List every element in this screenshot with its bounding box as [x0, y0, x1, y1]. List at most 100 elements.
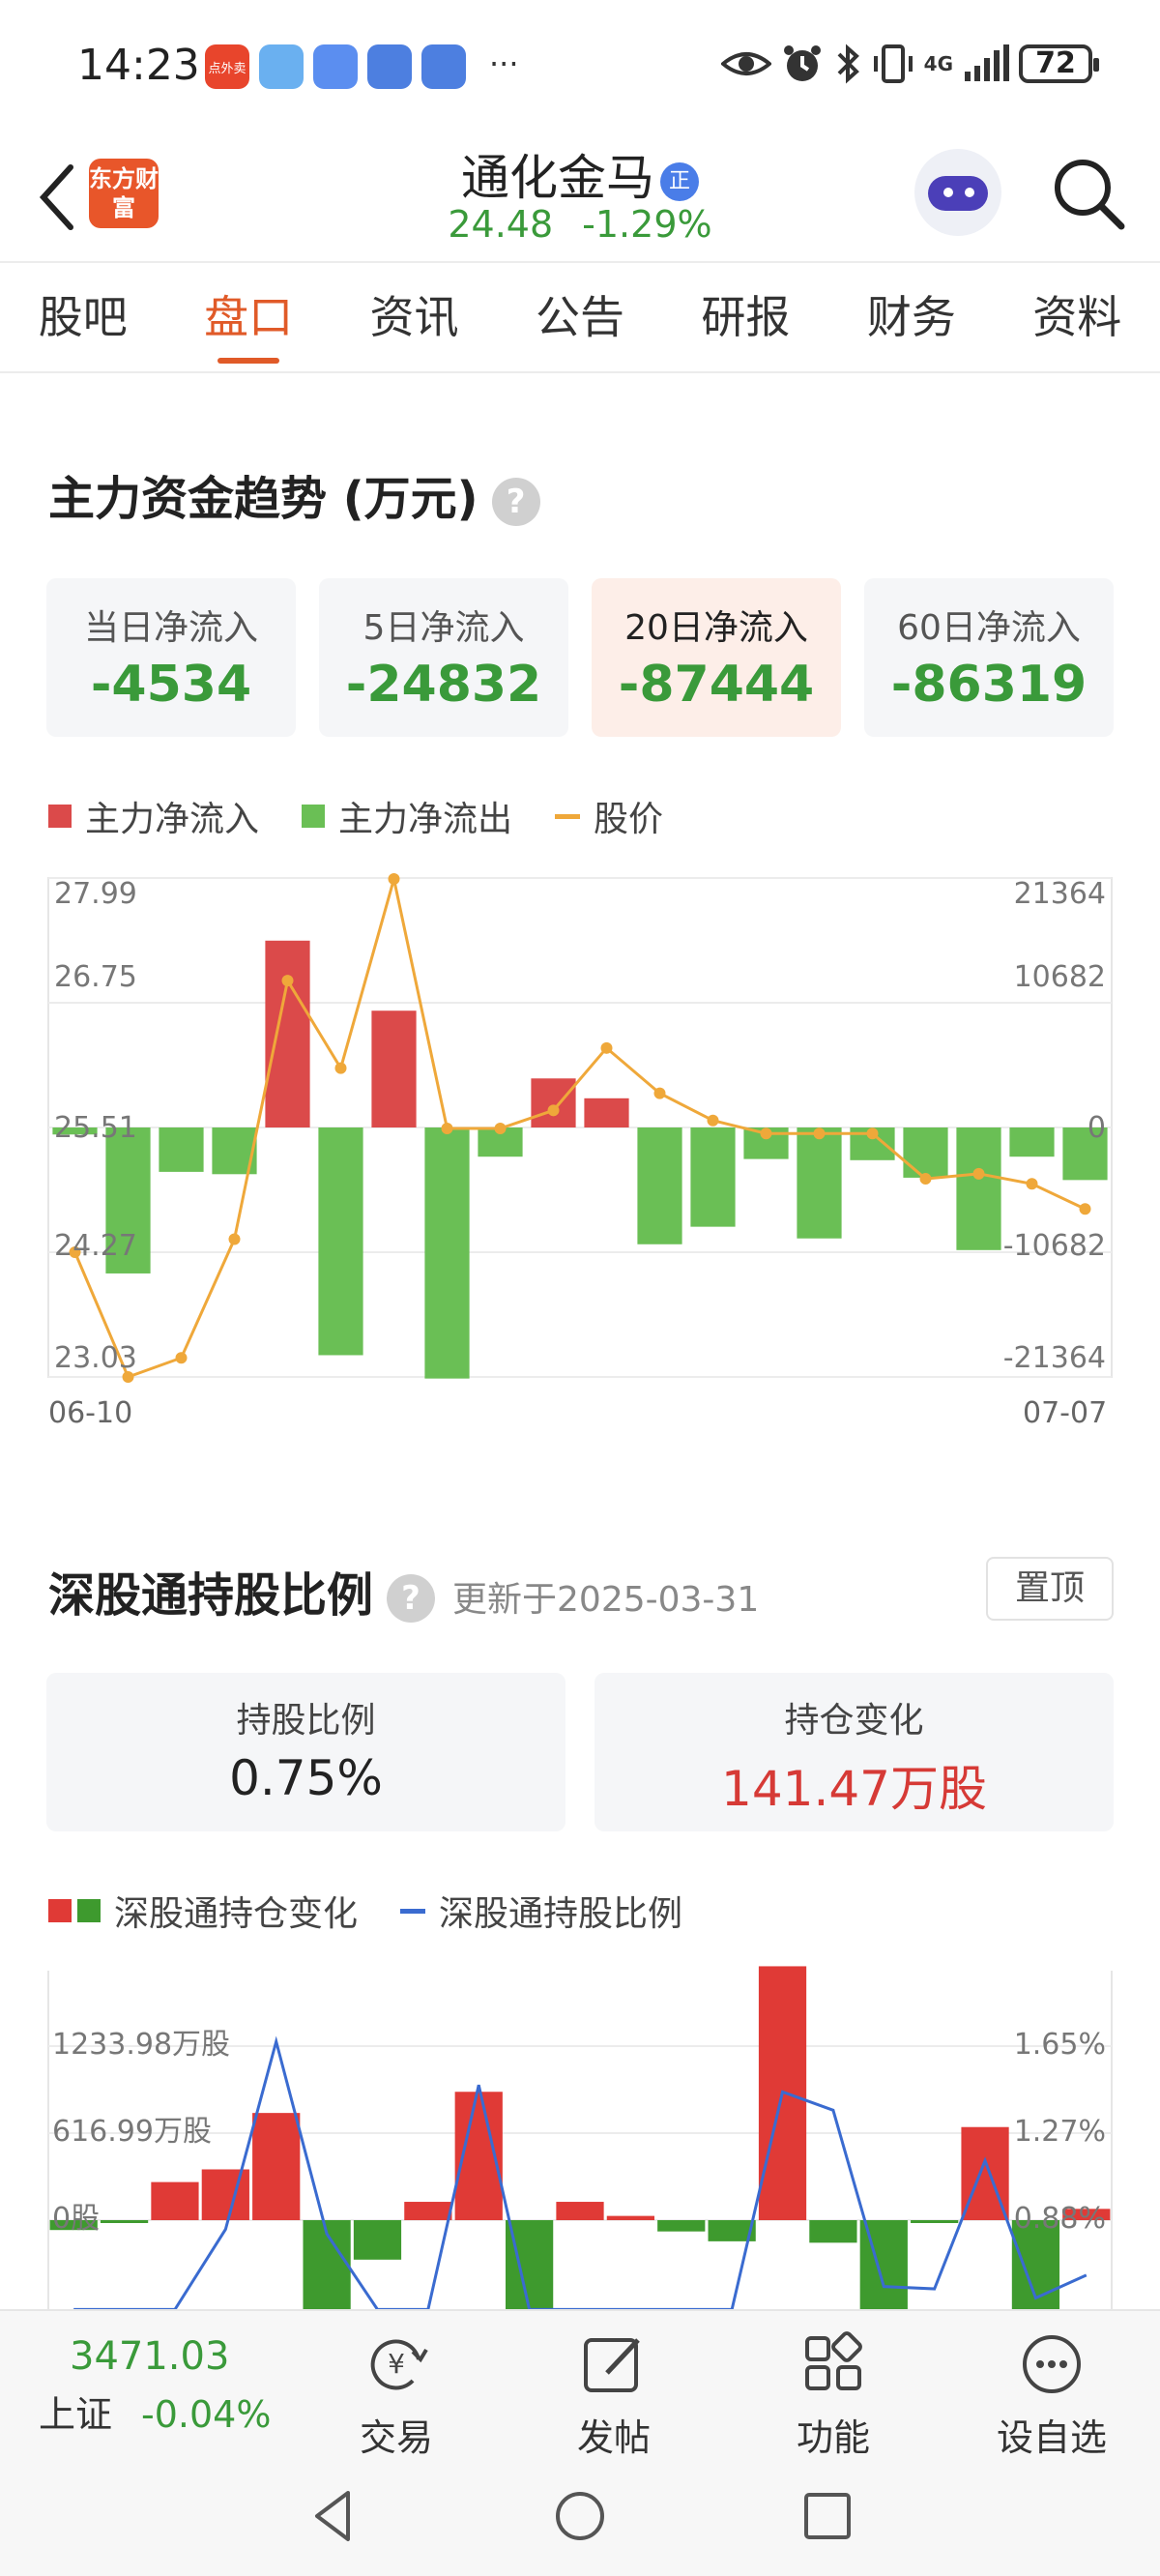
holding-change-label: 持仓变化: [784, 1701, 924, 1741]
chart-end-date: 07-07: [1023, 1396, 1108, 1430]
holding-decrease-bar: [911, 2220, 959, 2223]
capital-flow-legend: 主力净流入 主力净流出 股价: [48, 791, 706, 841]
post-label: 发帖: [576, 2416, 651, 2459]
stock-tabs: 股吧 盘口 资讯 公告 研报 财务 资料: [0, 261, 1160, 373]
inflow-bar: [371, 1010, 417, 1127]
assistant-robot-icon[interactable]: [914, 149, 1001, 236]
tab-1[interactable]: 盘口: [165, 263, 331, 371]
right-axis-tick: 21364: [1014, 877, 1106, 911]
right-axis-tick: 10682: [1014, 960, 1106, 994]
svg-text:¥: ¥: [388, 2348, 405, 2380]
nav-back-icon[interactable]: [305, 2487, 363, 2545]
nav-recents-icon[interactable]: [798, 2487, 856, 2545]
tab-6[interactable]: 资料: [995, 263, 1160, 371]
tab-5[interactable]: 财务: [828, 263, 994, 371]
trade-button[interactable]: ¥ 交易: [319, 2330, 474, 2461]
post-button[interactable]: 发帖: [536, 2330, 691, 2461]
price-point: [281, 975, 294, 987]
holding-decrease-bar: [657, 2220, 706, 2232]
outflow-bar: [690, 1127, 736, 1227]
net-inflow-value: -24832: [345, 656, 542, 714]
holding-change-value: 141.47万股: [721, 1761, 987, 1817]
net-inflow-card[interactable]: 当日净流入 -4534: [46, 578, 296, 737]
more-icon: [1023, 2335, 1081, 2393]
system-nav-bar: [0, 2454, 1160, 2576]
search-icon: [1055, 160, 1125, 230]
holding-decrease-bar: [809, 2220, 857, 2243]
add-watchlist-button[interactable]: 设自选: [974, 2330, 1129, 2461]
net-inflow-value: -87444: [618, 656, 815, 714]
right-axis-tick: 1.27%: [1014, 2115, 1106, 2149]
hk-connect-legend: 深股通持仓变化 深股通持股比例: [48, 1886, 725, 1936]
takeout-app-icon: 点外卖: [205, 44, 249, 89]
alarm-icon: [783, 45, 821, 81]
net-inflow-card[interactable]: 5日净流入 -24832: [319, 578, 568, 737]
nav-home-icon[interactable]: [551, 2487, 609, 2545]
net-inflow-label: 20日净流入: [624, 608, 808, 648]
left-axis-tick: 26.75: [54, 960, 137, 994]
left-axis-tick: 27.99: [54, 877, 137, 911]
trade-label: 交易: [359, 2416, 433, 2459]
search-button[interactable]: [1050, 155, 1127, 232]
price-point: [547, 1104, 560, 1117]
net-inflow-value: -86319: [890, 656, 1088, 714]
tab-3[interactable]: 公告: [497, 263, 662, 371]
apps-icon: [805, 2331, 862, 2390]
status-right: 4G 72: [720, 43, 1099, 85]
left-axis-tick: 25.51: [54, 1111, 137, 1145]
hk-connect-title-text: 深股通持股比例: [48, 1568, 374, 1623]
help-icon[interactable]: ?: [387, 1574, 436, 1623]
price-point: [813, 1127, 826, 1140]
stock-change: -1.29%: [582, 203, 712, 246]
legend-outflow-label: 主力净流出: [338, 800, 513, 839]
add-watchlist-label: 设自选: [996, 2416, 1107, 2459]
index-value: 3471.03: [70, 2334, 230, 2379]
left-axis-tick: 616.99万股: [52, 2115, 212, 2149]
right-axis-tick: 0: [1088, 1111, 1106, 1145]
status-bar: 14:23 点外卖 ··· 4G 72: [0, 0, 1160, 135]
help-icon[interactable]: ?: [491, 478, 540, 526]
signal-icon: [965, 44, 1009, 81]
legend-holding-ratio-label: 深股通持股比例: [439, 1894, 683, 1934]
holding-increase-bar: [404, 2202, 452, 2220]
net-inflow-card[interactable]: 60日净流入 -86319: [864, 578, 1114, 737]
stock-name: 通化金马: [461, 150, 654, 206]
holding-ratio-card: 持股比例 0.75%: [46, 1673, 566, 1831]
vibrate-icon: [873, 44, 913, 83]
price-point: [707, 1114, 719, 1127]
net-inflow-value: -4534: [90, 656, 252, 714]
legend-inflow-swatch: [48, 805, 72, 828]
apps-button[interactable]: 功能: [756, 2330, 911, 2461]
holding-increase-bar: [556, 2202, 604, 2220]
legend-up-swatch: [48, 1899, 72, 1922]
legend-holding-change: 深股通持仓变化: [48, 1886, 358, 1936]
left-axis-tick: 1233.98万股: [52, 2028, 230, 2062]
index-ticker[interactable]: 3471.03 上证 -0.04%: [39, 2334, 309, 2438]
holding-decrease-bar: [353, 2220, 402, 2260]
tab-4[interactable]: 研报: [663, 263, 828, 371]
hk-connect-title: 深股通持股比例? 更新于2025-03-31: [48, 1557, 759, 1625]
price-point: [228, 1233, 241, 1245]
net-inflow-card[interactable]: 20日净流入 -87444: [592, 578, 841, 737]
hk-connect-chart[interactable]: 1233.98万股 616.99万股 0股 1.65% 1.27% 0.88%: [0, 1963, 1160, 2309]
price-point: [653, 1087, 666, 1099]
message-app-icon: [313, 44, 358, 89]
tab-0[interactable]: 股吧: [0, 263, 165, 371]
battery-indicator: 72: [1019, 44, 1099, 83]
pin-top-button[interactable]: 置顶: [986, 1557, 1114, 1621]
index-change: -0.04%: [141, 2393, 272, 2436]
holding-cards: 持股比例 0.75% 持仓变化 141.47万股: [46, 1673, 1114, 1831]
legend-price: 股价: [555, 791, 663, 841]
price-point: [441, 1123, 453, 1135]
holding-increase-bar: [201, 2169, 249, 2220]
capital-flow-chart[interactable]: 27.99 26.75 25.51 24.27 23.03 21364 10682 0 -106…: [0, 870, 1160, 1392]
weather-app-icon: [259, 44, 304, 89]
status-app-icons: 点外卖 ···: [205, 44, 519, 89]
price-point: [1079, 1203, 1091, 1215]
tab-2[interactable]: 资讯: [332, 263, 497, 371]
outflow-bar: [424, 1127, 470, 1379]
holding-ratio-value: 0.75%: [229, 1750, 383, 1806]
stock-badge: 正: [660, 161, 699, 201]
security-app-icon-2: [421, 44, 466, 89]
price-point: [175, 1352, 188, 1364]
